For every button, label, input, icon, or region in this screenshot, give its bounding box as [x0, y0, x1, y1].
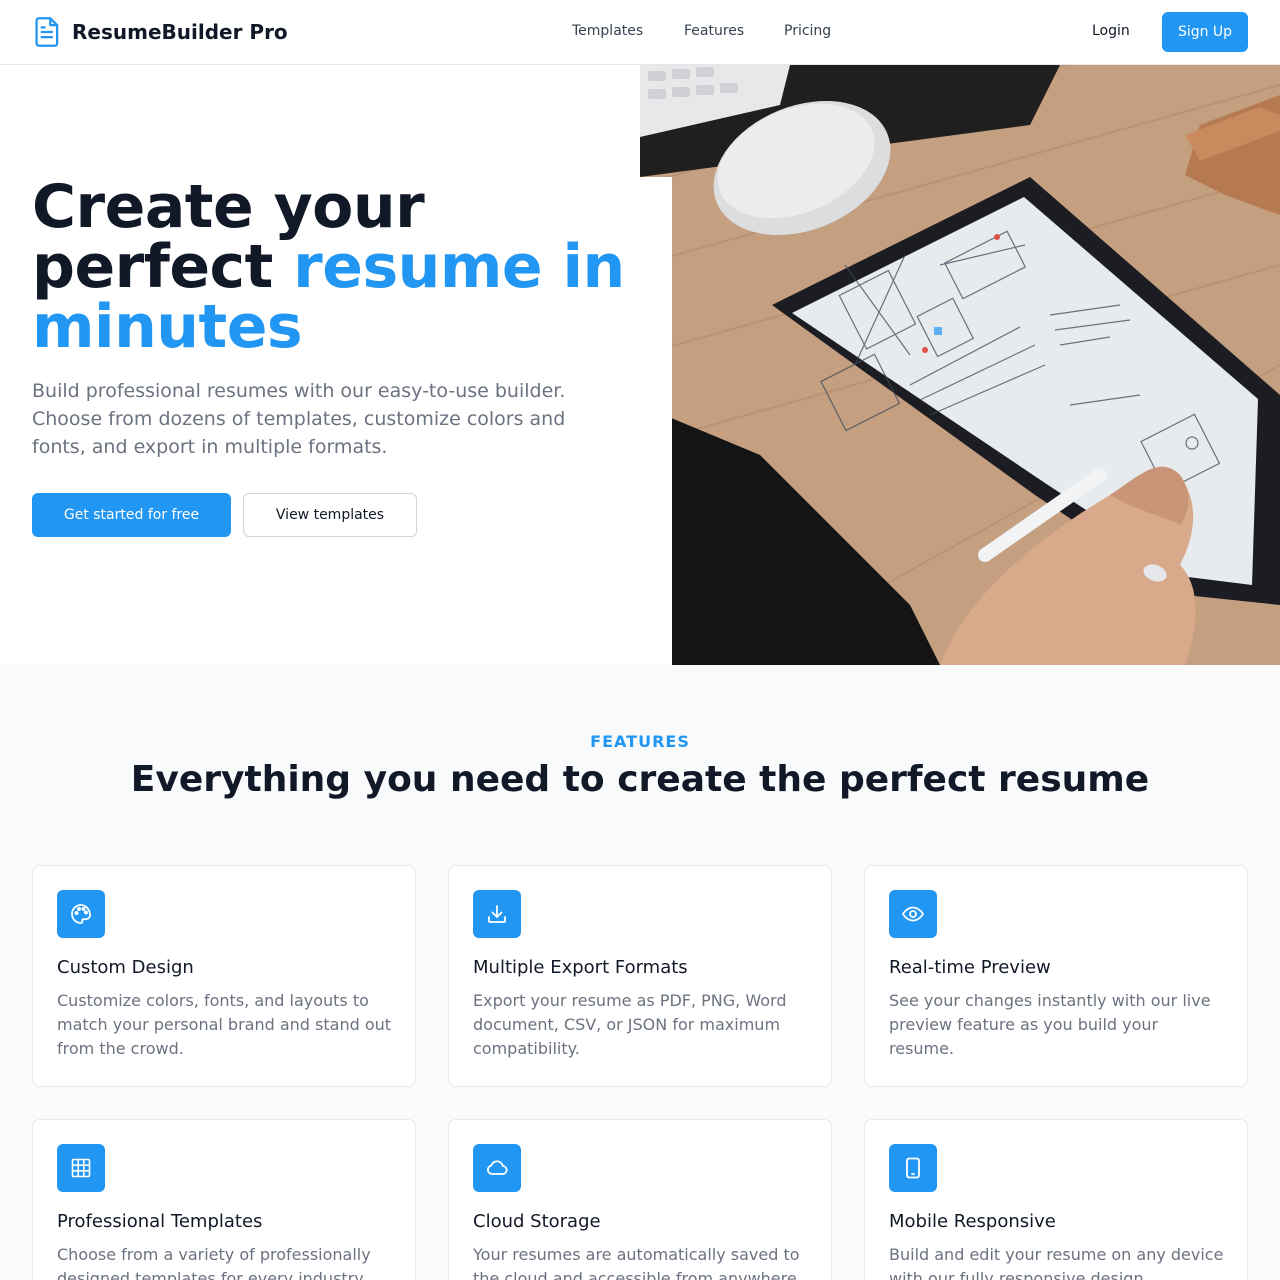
feature-card-mobile: Mobile Responsive Build and edit your re… [864, 1119, 1248, 1280]
feature-desc: Customize colors, fonts, and layouts to … [57, 991, 392, 1058]
download-icon [473, 890, 521, 938]
hero-title-highlight: resume in [293, 232, 625, 302]
view-templates-button[interactable]: View templates [243, 493, 417, 537]
cloud-icon [473, 1144, 521, 1192]
hero-title-line3: minutes [32, 292, 303, 362]
palette-icon [57, 890, 105, 938]
feature-card-templates: Professional Templates Choose from a var… [32, 1119, 416, 1280]
feature-title: Mobile Responsive [889, 1211, 1056, 1232]
feature-desc: Build and edit your resume on any device… [889, 1245, 1224, 1280]
brand-logo[interactable]: ResumeBuilder Pro [34, 16, 288, 48]
tablet-icon [889, 1144, 937, 1192]
hero-section: Create your perfect resume in minutes Bu… [0, 65, 1280, 665]
feature-title: Custom Design [57, 957, 194, 978]
hero-image [640, 65, 1280, 665]
feature-card-custom-design: Custom Design Customize colors, fonts, a… [32, 865, 416, 1087]
get-started-button[interactable]: Get started for free [32, 493, 231, 537]
hero-title: Create your perfect resume in minutes [32, 177, 642, 357]
eye-icon [889, 890, 937, 938]
feature-card-cloud: Cloud Storage Your resumes are automatic… [448, 1119, 832, 1280]
nav-link-pricing[interactable]: Pricing [784, 23, 831, 39]
features-eyebrow: FEATURES [590, 732, 690, 751]
signup-button[interactable]: Sign Up [1162, 12, 1248, 52]
feature-desc: Choose from a variety of professionally … [57, 1245, 371, 1280]
features-title: Everything you need to create the perfec… [130, 759, 1150, 800]
feature-desc: Export your resume as PDF, PNG, Word doc… [473, 991, 787, 1058]
document-icon [34, 16, 62, 48]
nav-link-features[interactable]: Features [684, 23, 744, 39]
feature-title: Multiple Export Formats [473, 957, 688, 978]
feature-desc: See your changes instantly with our live… [889, 991, 1211, 1058]
feature-card-export: Multiple Export Formats Export your resu… [448, 865, 832, 1087]
feature-title: Cloud Storage [473, 1211, 601, 1232]
hero-subtitle: Build professional resumes with our easy… [32, 380, 566, 458]
feature-card-preview: Real-time Preview See your changes insta… [864, 865, 1248, 1087]
grid-icon [57, 1144, 105, 1192]
features-section: FEATURES Everything you need to create t… [0, 665, 1280, 1280]
nav-link-templates[interactable]: Templates [572, 23, 643, 39]
feature-title: Professional Templates [57, 1211, 263, 1232]
feature-desc: Your resumes are automatically saved to … [473, 1245, 802, 1280]
top-nav: ResumeBuilder Pro Templates Features Pri… [0, 0, 1280, 65]
login-link[interactable]: Login [1092, 23, 1130, 39]
brand-name: ResumeBuilder Pro [72, 20, 288, 44]
feature-title: Real-time Preview [889, 957, 1051, 978]
